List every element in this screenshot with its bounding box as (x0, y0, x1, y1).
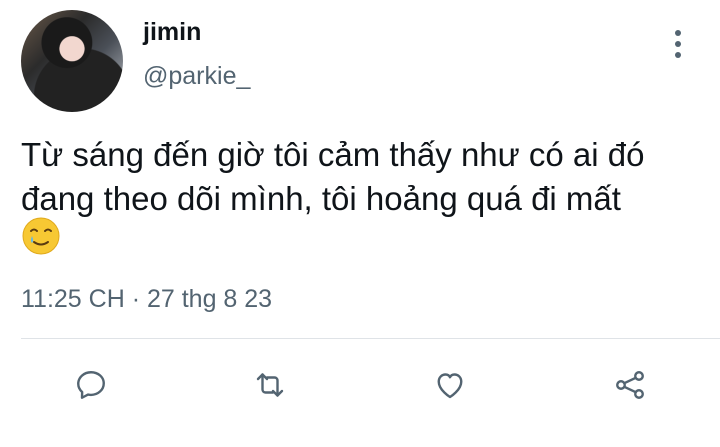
tweet-text: Từ sáng đến giờ tôi cảm thấy như có ai đ… (21, 133, 701, 221)
divider (21, 338, 720, 339)
share-button[interactable] (610, 365, 650, 405)
tweet-text-line: đang theo dõi mình, tôi hoảng quá đi mất (21, 180, 621, 217)
dot (675, 52, 681, 58)
share-icon (616, 371, 644, 399)
dot (675, 41, 681, 47)
display-name[interactable]: jimin (143, 18, 201, 47)
more-options-icon[interactable] (668, 30, 688, 58)
tweet-text-line: Từ sáng đến giờ tôi cảm thấy như có ai đ… (21, 136, 645, 173)
like-icon (437, 373, 463, 399)
user-handle[interactable]: @parkie_ (143, 62, 250, 91)
reply-button[interactable] (71, 365, 111, 405)
avatar[interactable] (21, 10, 123, 112)
like-button[interactable] (430, 365, 470, 405)
dot (675, 30, 681, 36)
retweet-icon (256, 373, 284, 397)
reply-icon (77, 371, 105, 399)
retweet-button[interactable] (250, 365, 290, 405)
smiling-face-with-tear-icon (22, 217, 60, 255)
tweet-timestamp[interactable]: 11:25 CH · 27 thg 8 23 (21, 285, 272, 314)
